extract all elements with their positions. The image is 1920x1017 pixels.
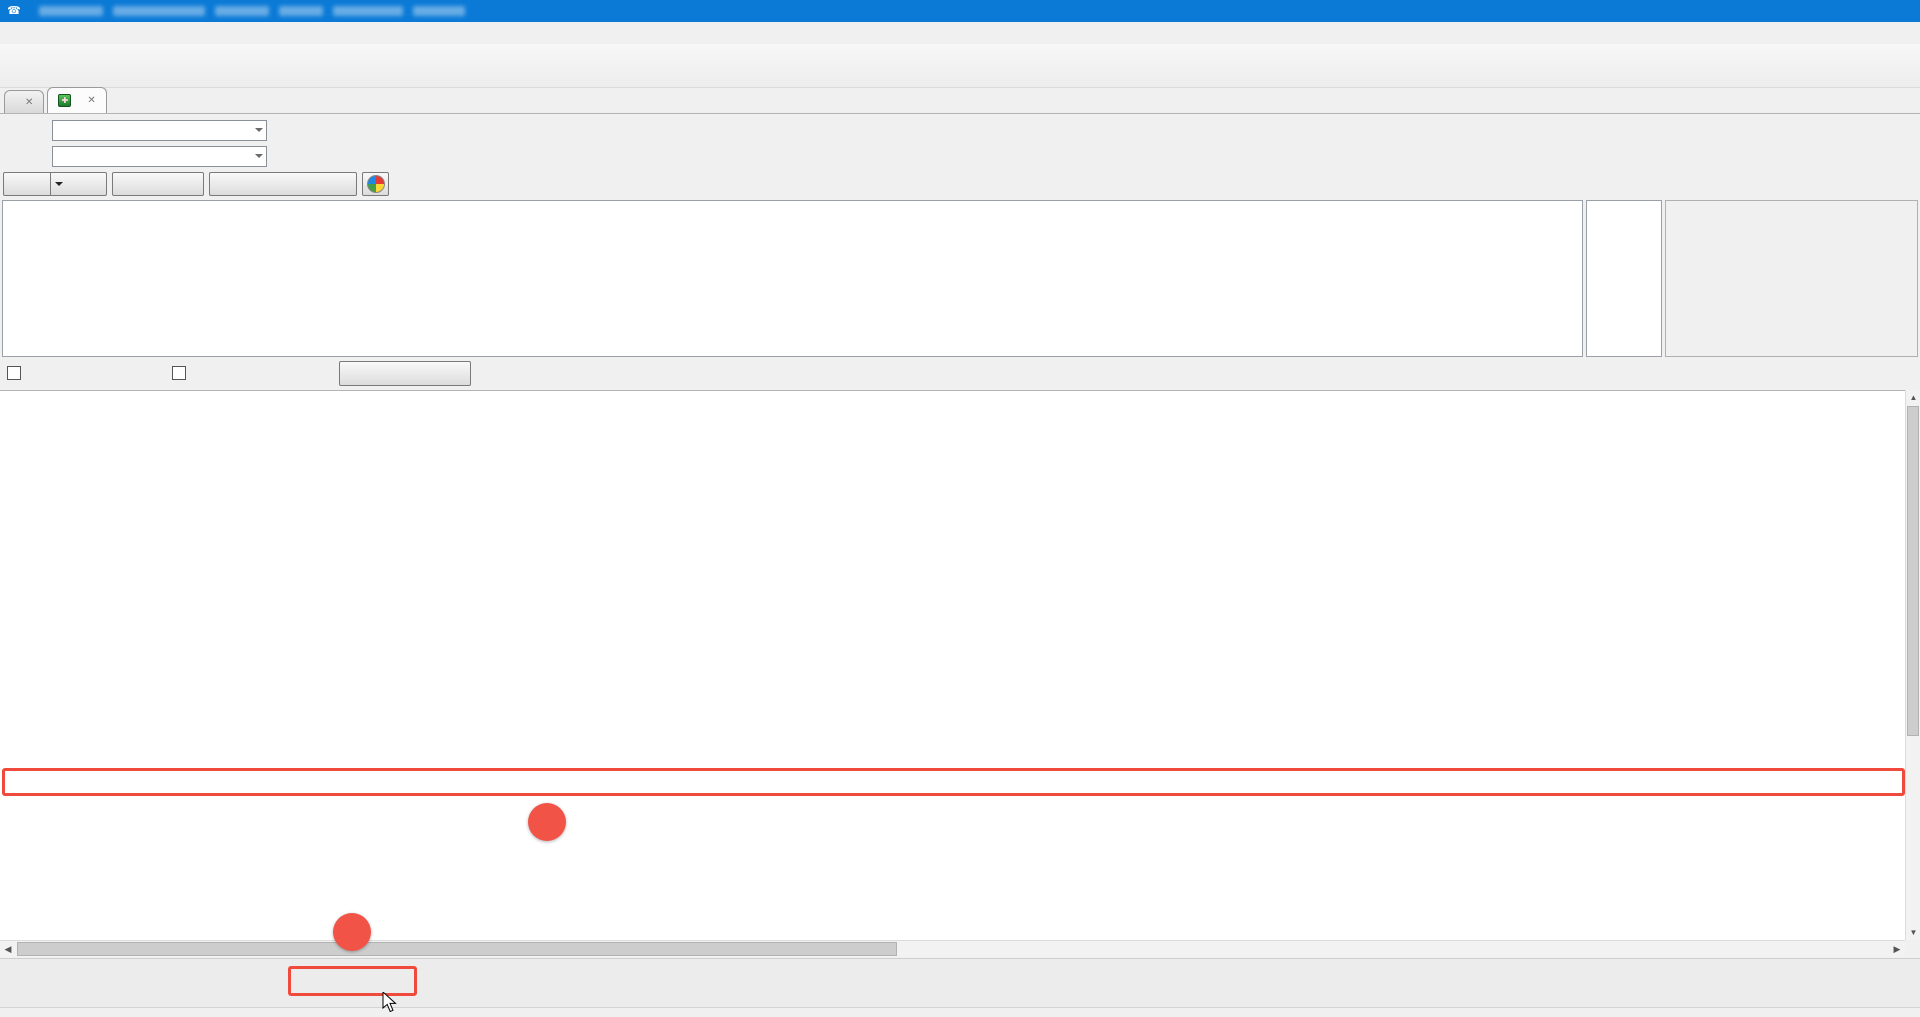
- observacao-do-dia-button[interactable]: [339, 361, 471, 386]
- imprimir-button[interactable]: [112, 172, 204, 196]
- chevron-down-icon: [255, 128, 263, 136]
- outras-unidades-checkbox[interactable]: [172, 366, 186, 380]
- calendar-strip: [0, 200, 1920, 357]
- minimize-button[interactable]: [1785, 0, 1830, 22]
- scheduling-form: [0, 114, 1920, 200]
- horizontal-scrollbar[interactable]: ◀ ▶: [0, 940, 1905, 957]
- vertical-scroll-thumb[interactable]: [1907, 406, 1919, 736]
- legend-box: [1586, 200, 1662, 357]
- scroll-right-icon[interactable]: ▶: [1889, 942, 1905, 957]
- annotation-step-2: [333, 913, 371, 951]
- pesquisar-button[interactable]: [3, 172, 107, 196]
- action-button-bar: [0, 958, 1920, 1007]
- app-icon: ☎: [7, 4, 21, 18]
- menu-bar: [0, 22, 1920, 44]
- vertical-scrollbar[interactable]: ▲ ▼: [1905, 390, 1920, 940]
- mouse-cursor: [382, 992, 400, 1017]
- color-legend-button[interactable]: [362, 172, 389, 196]
- toolbar: [0, 44, 1920, 88]
- bloquer-desbloquear-button[interactable]: [209, 172, 357, 196]
- unidade-select[interactable]: [52, 120, 267, 141]
- maximize-button[interactable]: [1830, 0, 1875, 22]
- tab-agendamento-de-exames[interactable]: ✚ ✕: [47, 87, 106, 113]
- schedule-grid: [0, 390, 1905, 940]
- filters-row: [0, 357, 1920, 390]
- scroll-up-icon[interactable]: ▲: [1906, 390, 1920, 405]
- chevron-down-icon: [255, 154, 263, 162]
- status-bar: [0, 1007, 1920, 1017]
- redacted-title-info: [39, 6, 465, 16]
- scroll-left-icon[interactable]: ◀: [0, 942, 16, 957]
- chevron-down-icon: [55, 182, 63, 190]
- tab-bar: ✕ ✚ ✕: [0, 88, 1920, 114]
- annotation-step-1: [528, 803, 566, 841]
- exam-schedule-icon: ✚: [58, 94, 71, 107]
- tab-close-icon[interactable]: ✕: [25, 97, 33, 108]
- title-bar: ☎: [0, 0, 1920, 22]
- pie-chart-icon: [367, 175, 385, 193]
- mostrar-todos-checkbox[interactable]: [7, 366, 21, 380]
- calendar-panel: [2, 200, 1583, 357]
- horizontal-scroll-thumb[interactable]: [17, 942, 897, 956]
- close-button[interactable]: [1875, 0, 1920, 22]
- agenda-select[interactable]: [52, 146, 267, 167]
- scroll-down-icon[interactable]: ▼: [1906, 925, 1920, 940]
- tab-close-icon[interactable]: ✕: [87, 95, 95, 106]
- grid-header: [0, 391, 1905, 413]
- tab-bem-vindo[interactable]: ✕: [4, 90, 44, 113]
- extra-options-panel: [1665, 200, 1918, 357]
- pesquisar-dropdown[interactable]: [50, 173, 67, 195]
